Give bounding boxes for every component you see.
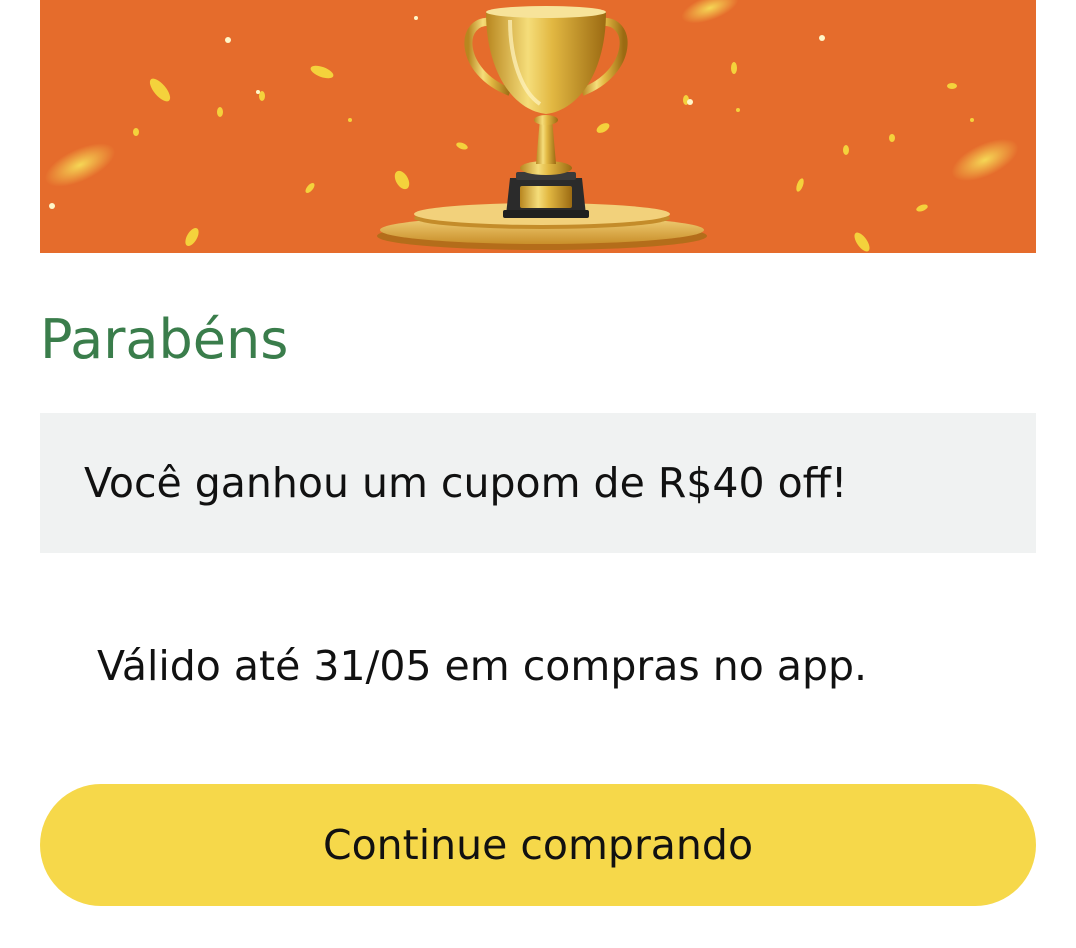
continue-shopping-label: Continue comprando: [322, 821, 754, 869]
coupon-validity-text: Válido até 31/05 em compras no app.: [97, 642, 868, 690]
trophy-icon: [464, 6, 628, 218]
page-title: Parabéns: [40, 308, 289, 371]
coupon-reward-screen: Parabéns Você ganhou um cupom de R$40 of…: [0, 0, 1076, 948]
continue-shopping-button[interactable]: Continue comprando: [40, 784, 1036, 906]
coupon-message-box: Você ganhou um cupom de R$40 off!: [40, 413, 1036, 553]
trophy-illustration: [44, 0, 1019, 252]
coupon-message: Você ganhou um cupom de R$40 off!: [84, 459, 848, 507]
celebration-banner: [40, 0, 1036, 253]
